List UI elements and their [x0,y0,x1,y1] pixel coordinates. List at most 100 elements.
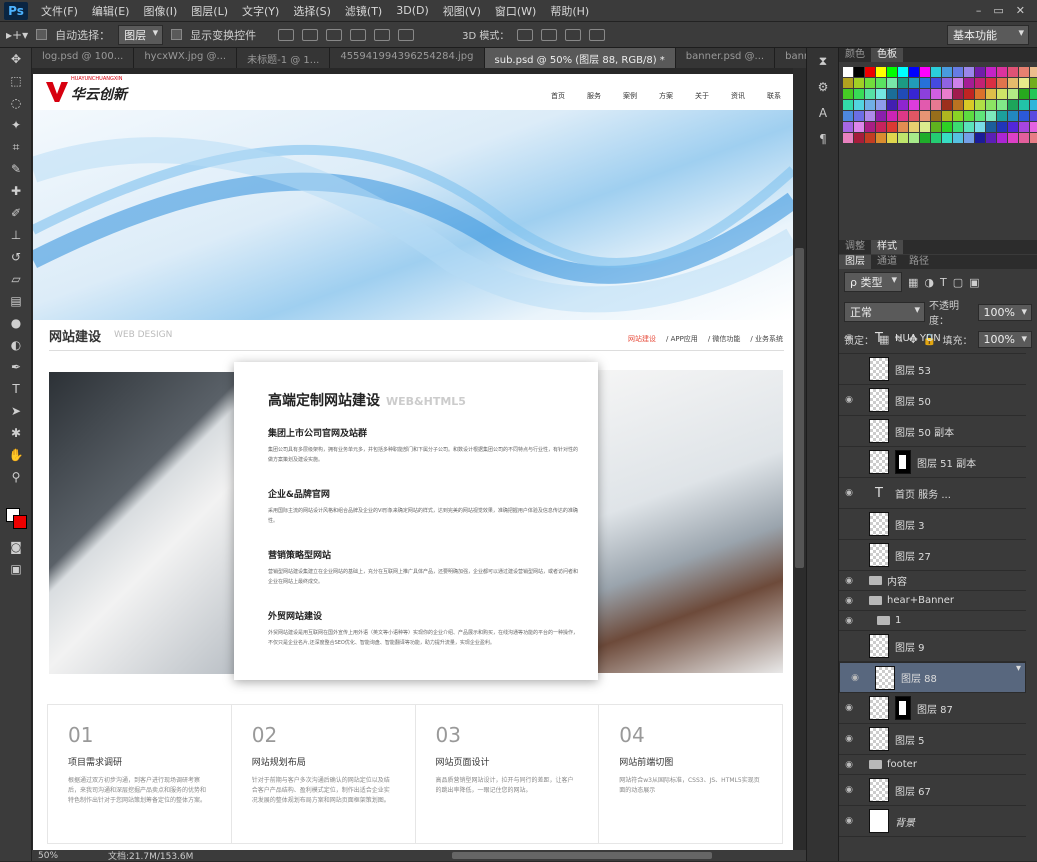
layer-row[interactable]: ◉ 图层 87 [839,693,1026,724]
color-swatch[interactable] [942,67,952,77]
tab-paths[interactable]: 路径 [903,255,935,269]
filter-pixel-icon[interactable]: ▦ [908,276,918,289]
background-color-swatch[interactable] [13,515,27,529]
color-swatch[interactable] [953,67,963,77]
color-swatch[interactable] [931,89,941,99]
filter-type-icon[interactable]: T [940,276,947,289]
color-swatch[interactable] [887,89,897,99]
color-swatch[interactable] [843,122,853,132]
color-swatch[interactable] [1030,89,1037,99]
color-swatch[interactable] [843,100,853,110]
color-swatch[interactable] [898,89,908,99]
color-swatch[interactable] [997,78,1007,88]
layer-row[interactable]: 图层 50 副本 [839,416,1026,447]
color-swatch[interactable] [964,100,974,110]
lasso-tool-icon[interactable]: ◌ [0,92,32,114]
color-swatch[interactable] [898,122,908,132]
stamp-tool-icon[interactable]: ⊥ [0,224,32,246]
filter-adjust-icon[interactable]: ◑ [924,276,934,289]
history-brush-icon[interactable]: ↺ [0,246,32,268]
healing-tool-icon[interactable]: ✚ [0,180,32,202]
layer-row[interactable]: ◉ 图层 67 [839,775,1026,806]
layer-row[interactable]: ◉ footer [839,755,1026,775]
layer-row[interactable]: ◉ 图层 88 [839,662,1026,693]
blur-tool-icon[interactable]: ● [0,312,32,334]
color-swatch[interactable] [975,133,985,143]
zoom-tool-icon[interactable]: ⚲ [0,466,32,488]
color-swatch[interactable] [1019,133,1029,143]
color-swatch[interactable] [953,100,963,110]
layer-row[interactable]: ◉ T 首页 服务 ... [839,478,1026,509]
color-swatch[interactable] [876,133,886,143]
pen-tool-icon[interactable]: ✒ [0,356,32,378]
align-top-icon[interactable] [278,28,295,41]
align-center-icon[interactable] [398,28,415,41]
visibility-eye-icon[interactable]: ◉ [839,816,859,826]
color-swatch[interactable] [986,133,996,143]
color-swatch[interactable] [909,133,919,143]
color-swatch[interactable] [1008,89,1018,99]
path-select-tool-icon[interactable]: ➤ [0,400,32,422]
eyedropper-tool-icon[interactable]: ✎ [0,158,32,180]
move-tool-preset-icon[interactable]: ▸+▾ [6,28,28,42]
color-swatch[interactable] [931,111,941,121]
color-swatch[interactable] [865,78,875,88]
color-swatch[interactable] [865,133,875,143]
color-swatch[interactable] [964,89,974,99]
tab-layers[interactable]: 图层 [839,255,871,269]
color-swatch[interactable] [931,133,941,143]
color-swatch[interactable] [953,89,963,99]
color-swatch[interactable] [997,100,1007,110]
layer-row[interactable]: ◉ 图层 5 [839,724,1026,755]
color-swatch[interactable] [1008,133,1018,143]
tab-channels[interactable]: 通道 [871,255,903,269]
menu-help[interactable]: 帮助(H) [543,3,596,19]
color-swatch[interactable] [1030,133,1037,143]
tab-jpg[interactable]: 455941994396254284.jpg [330,48,485,68]
blend-mode-dropdown[interactable]: 正常 [844,302,925,322]
color-swatch[interactable] [865,122,875,132]
menu-file[interactable]: 文件(F) [34,3,85,19]
close-button[interactable]: ✕ [1016,4,1025,17]
color-swatch[interactable] [898,67,908,77]
menu-filter[interactable]: 滤镜(T) [338,3,389,19]
layer-row[interactable]: ◉ 背景 [839,806,1026,837]
color-swatch[interactable] [953,78,963,88]
visibility-eye-icon[interactable]: ◉ [839,576,859,586]
tab-color[interactable]: 颜色 [839,48,871,62]
color-swatch[interactable] [964,78,974,88]
color-swatch[interactable] [854,111,864,121]
layer-row[interactable]: 图层 27 [839,540,1026,571]
color-swatch[interactable] [1008,78,1018,88]
auto-select-checkbox[interactable] [36,29,48,40]
color-swatch[interactable] [975,111,985,121]
color-swatch[interactable] [920,78,930,88]
color-swatch[interactable] [854,133,864,143]
color-swatch[interactable] [942,89,952,99]
menu-select[interactable]: 选择(S) [286,3,338,19]
visibility-eye-icon[interactable]: ◉ [839,616,859,626]
visibility-eye-icon[interactable]: ◉ [839,760,859,770]
layer-row[interactable]: ◉ 内容 [839,571,1026,591]
auto-select-dropdown[interactable]: 图层 [118,24,164,45]
move-tool-icon[interactable]: ✥ [0,48,32,70]
layer-row[interactable]: 图层 51 副本 [839,447,1026,478]
visibility-eye-icon[interactable]: ◉ [845,673,865,683]
color-swatch[interactable] [997,133,1007,143]
dodge-tool-icon[interactable]: ◐ [0,334,32,356]
crop-tool-icon[interactable]: ⌗ [0,136,32,158]
layer-row[interactable]: 图层 53 [839,354,1026,385]
tab-swatches[interactable]: 色板 [871,48,903,62]
3d-roll-icon[interactable] [541,28,558,41]
color-swatch[interactable] [986,122,996,132]
visibility-eye-icon[interactable]: ◉ [839,785,859,795]
color-swatch[interactable] [876,122,886,132]
opacity-input[interactable]: 100% [977,303,1032,321]
color-swatch[interactable] [986,100,996,110]
color-swatch[interactable] [1030,122,1037,132]
color-swatch[interactable] [1008,111,1018,121]
color-swatch[interactable] [909,122,919,132]
color-swatch[interactable] [964,67,974,77]
tab-log[interactable]: log.psd @ 100... [32,48,135,68]
color-swatch[interactable] [975,78,985,88]
